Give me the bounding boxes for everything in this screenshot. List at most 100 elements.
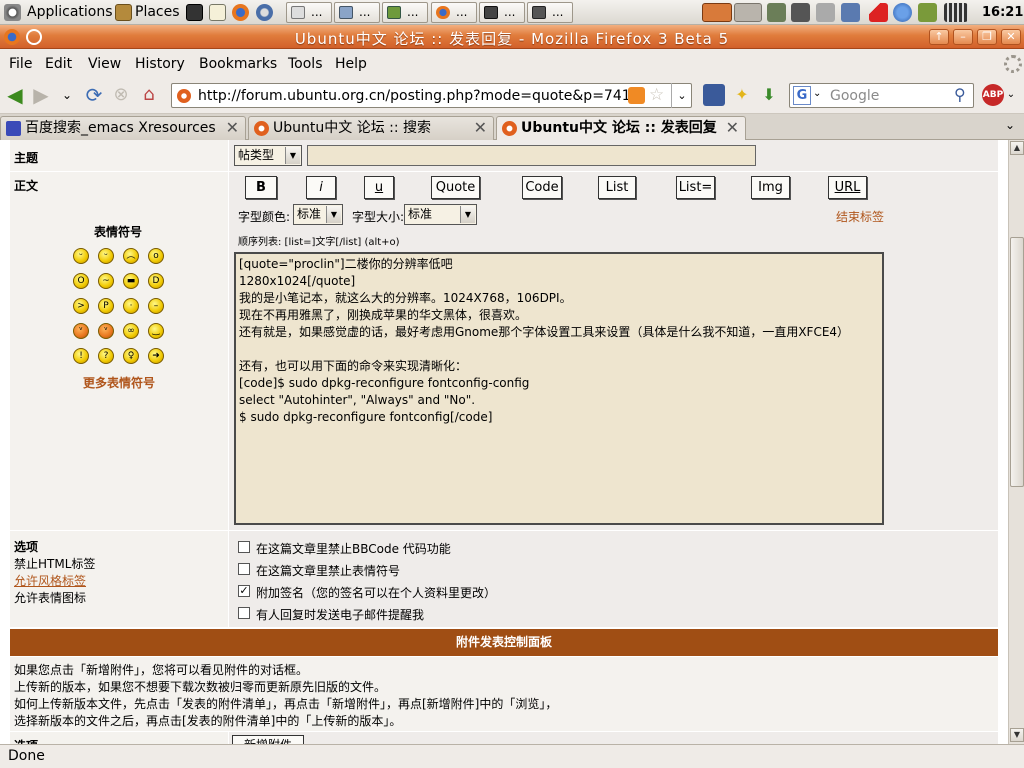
menu-file[interactable]: File bbox=[9, 56, 32, 72]
attach-signature-checkbox[interactable]: ✓ bbox=[238, 585, 250, 597]
reload-icon[interactable]: ⟳ bbox=[83, 84, 105, 106]
taskbar-item-5[interactable]: ... bbox=[479, 2, 525, 23]
rss-feed-icon[interactable] bbox=[628, 87, 645, 104]
url-dropdown-button[interactable]: ⌄ bbox=[671, 83, 692, 108]
notify-reply-checkbox[interactable] bbox=[238, 607, 250, 619]
firefox-launcher-icon[interactable] bbox=[232, 4, 249, 21]
smiley-mad-icon[interactable]: > bbox=[73, 298, 89, 314]
tab-post-reply[interactable]: Ubuntu中文 论坛 :: 发表回复 ✕ bbox=[496, 116, 746, 141]
search-box[interactable]: G ⌄ Google ⚲ bbox=[789, 83, 974, 108]
terminal-launcher-icon[interactable] bbox=[186, 4, 203, 21]
books-icon[interactable] bbox=[918, 3, 937, 22]
taskbar-item-3[interactable]: ... bbox=[382, 2, 428, 23]
addon-star-icon[interactable]: ✦ bbox=[731, 84, 753, 106]
smiley-rolleyes-icon[interactable]: ∞ bbox=[123, 323, 139, 339]
url-bar[interactable]: http://forum.ubuntu.org.cn/posting.php?m… bbox=[171, 83, 692, 108]
adblock-icon[interactable]: ABP bbox=[982, 84, 1004, 106]
page-scrollbar[interactable]: ▲ ▼ bbox=[1008, 140, 1024, 744]
smiley-shocked-icon[interactable]: O bbox=[73, 273, 89, 289]
taskbar-item-4[interactable]: ... bbox=[431, 2, 477, 23]
tab-forum-search[interactable]: Ubuntu中文 论坛 :: 搜索 ✕ bbox=[248, 116, 494, 140]
places-menu[interactable]: Places bbox=[135, 3, 180, 22]
scroll-up-arrow-icon[interactable]: ▲ bbox=[1010, 141, 1024, 155]
smiley-biggrin-icon[interactable]: ᵕ bbox=[73, 248, 89, 264]
network-launcher-icon[interactable] bbox=[256, 4, 273, 21]
adblock-dropdown-icon[interactable]: ⌄ bbox=[1004, 84, 1018, 106]
smiley-cool-icon[interactable]: ▬ bbox=[123, 273, 139, 289]
message-textarea[interactable]: [quote="proclin"]二楼你的分辨率低吧 1280x1024[/qu… bbox=[234, 252, 884, 525]
font-color-select[interactable]: 标准 ▼ bbox=[293, 204, 343, 225]
disable-smilies-checkbox[interactable] bbox=[238, 563, 250, 575]
smiley-embarrassed-icon[interactable]: · bbox=[123, 298, 139, 314]
disable-bbcode-checkbox[interactable] bbox=[238, 541, 250, 553]
smiley-exclaim-icon[interactable]: ! bbox=[73, 348, 89, 364]
taskbar-item-2[interactable]: ... bbox=[334, 2, 380, 23]
messenger-icon[interactable] bbox=[893, 3, 912, 22]
menu-bookmarks[interactable]: Bookmarks bbox=[199, 56, 277, 72]
search-input[interactable]: Google bbox=[830, 88, 879, 104]
smiley-smile-icon[interactable]: ᵕ bbox=[98, 248, 114, 264]
image-viewer-icon[interactable] bbox=[767, 3, 786, 22]
search-engine-google-icon[interactable]: G bbox=[793, 86, 811, 105]
download-icon[interactable]: ⬇ bbox=[758, 84, 780, 106]
smiley-question-icon[interactable]: ? bbox=[98, 348, 114, 364]
bbcode-status-link[interactable]: 允许风格标签 bbox=[14, 572, 86, 589]
smiley-laugh-icon[interactable]: D bbox=[148, 273, 164, 289]
applications-menu[interactable]: Applications bbox=[27, 3, 113, 22]
tab-close-icon[interactable]: ✕ bbox=[726, 117, 739, 139]
bookmark-star-icon[interactable]: ☆ bbox=[649, 85, 664, 105]
menu-edit[interactable]: Edit bbox=[45, 56, 72, 72]
italic-button[interactable]: i bbox=[306, 176, 336, 199]
smiley-idea-icon[interactable]: ♀ bbox=[123, 348, 139, 364]
quote-button[interactable]: Quote bbox=[431, 176, 480, 199]
menu-history[interactable]: History bbox=[135, 56, 185, 72]
image-button[interactable]: Img bbox=[751, 176, 790, 199]
smiley-wink-icon[interactable]: ‿ bbox=[148, 323, 164, 339]
clock[interactable]: 16:21 bbox=[982, 3, 1023, 22]
subject-input[interactable] bbox=[307, 145, 756, 166]
code-button[interactable]: Code bbox=[522, 176, 562, 199]
printer-icon[interactable] bbox=[816, 3, 835, 22]
stop-icon[interactable]: ⊗ bbox=[110, 84, 132, 106]
list-button[interactable]: List bbox=[598, 176, 636, 199]
add-attachment-button[interactable]: 新增附件 bbox=[232, 735, 304, 744]
taskbar-item-1[interactable]: ... bbox=[286, 2, 332, 23]
tab-close-icon[interactable]: ✕ bbox=[226, 117, 239, 139]
window-maximize-button[interactable]: ❐ bbox=[977, 29, 997, 45]
camera-icon[interactable] bbox=[791, 3, 810, 22]
home-icon[interactable]: ⌂ bbox=[138, 84, 160, 106]
text-editor-launcher-icon[interactable] bbox=[209, 4, 226, 21]
ordered-list-button[interactable]: List= bbox=[676, 176, 715, 199]
smiley-sad-icon[interactable]: ︵ bbox=[123, 248, 139, 264]
smiley-confused-icon[interactable]: ~ bbox=[98, 273, 114, 289]
tab-baidu-search[interactable]: 百度搜索_emacs Xresources ✕ bbox=[0, 116, 246, 140]
menu-help[interactable]: Help bbox=[335, 56, 367, 72]
smiley-neutral-icon[interactable]: – bbox=[148, 298, 164, 314]
smiley-evil-icon[interactable]: ᵛ bbox=[73, 323, 89, 339]
smiley-razz-icon[interactable]: P bbox=[98, 298, 114, 314]
tab-list-dropdown-icon[interactable]: ⌄ bbox=[1005, 118, 1015, 132]
taskbar-item-6[interactable]: ... bbox=[527, 2, 573, 23]
smiley-surprised-icon[interactable]: o bbox=[148, 248, 164, 264]
back-arrow-icon[interactable]: ◀ bbox=[4, 84, 26, 106]
window-minimize-button[interactable]: – bbox=[953, 29, 973, 45]
network-monitor-icon[interactable] bbox=[841, 3, 860, 22]
window-up-button[interactable]: ↑ bbox=[929, 29, 949, 45]
scroll-thumb[interactable] bbox=[1010, 237, 1024, 487]
post-type-select[interactable]: 帖类型 ▼ bbox=[234, 145, 302, 166]
addon-1-icon[interactable] bbox=[703, 84, 725, 106]
url-button[interactable]: URL bbox=[828, 176, 867, 199]
smiley-twisted-icon[interactable]: ᵛ bbox=[98, 323, 114, 339]
close-tags-link[interactable]: 结束标签 bbox=[836, 208, 884, 225]
font-size-select[interactable]: 标准 ▼ bbox=[404, 204, 477, 225]
warning-icon[interactable] bbox=[869, 3, 888, 22]
menu-tools[interactable]: Tools bbox=[288, 56, 323, 72]
forward-arrow-icon[interactable]: ▶ bbox=[30, 84, 52, 106]
scroll-down-arrow-icon[interactable]: ▼ bbox=[1010, 728, 1024, 742]
underline-button[interactable]: u bbox=[364, 176, 394, 199]
window-close-button[interactable]: ✕ bbox=[1001, 29, 1021, 45]
search-magnifier-icon[interactable]: ⚲ bbox=[954, 85, 966, 104]
workspace-2-icon[interactable] bbox=[734, 3, 762, 22]
more-smilies-link[interactable]: 更多表情符号 bbox=[83, 374, 155, 391]
history-dropdown-icon[interactable]: ⌄ bbox=[56, 84, 78, 106]
